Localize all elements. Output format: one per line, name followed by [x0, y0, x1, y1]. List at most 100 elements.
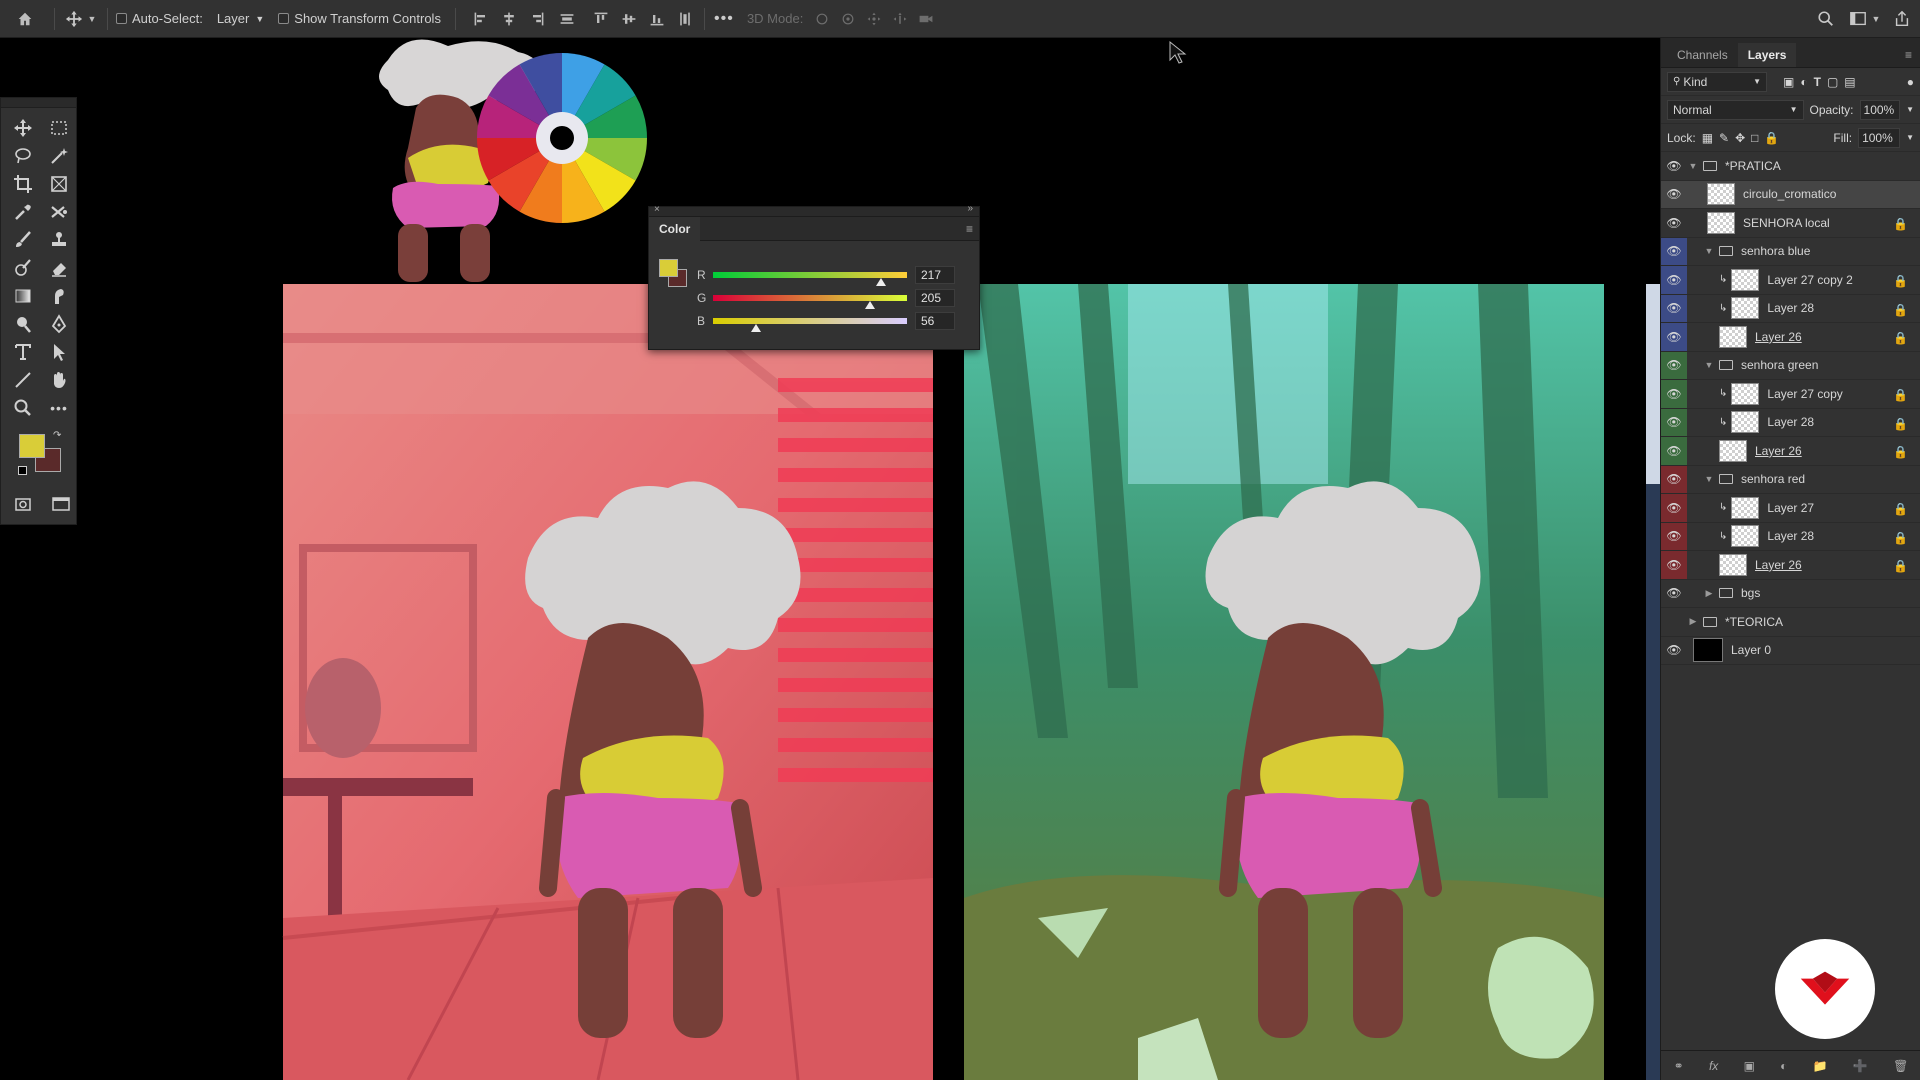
distribute-v-icon[interactable]	[674, 8, 696, 30]
edit-toolbar-icon[interactable]: •••	[41, 394, 77, 422]
chevron-down-icon[interactable]: ▼	[1703, 360, 1715, 370]
eye-icon[interactable]: 👁	[1661, 551, 1687, 579]
eye-icon[interactable]: 👁	[1661, 323, 1687, 351]
move-tool-icon[interactable]	[5, 114, 41, 142]
link-icon[interactable]: ⚭	[1674, 1059, 1684, 1073]
layer-row[interactable]: 👁 ↳ Layer 27 copy 🔒	[1661, 380, 1920, 409]
color-panel-header[interactable]: × »	[649, 203, 979, 217]
eraser-tool-icon[interactable]	[41, 254, 77, 282]
fx-icon[interactable]: fx	[1709, 1059, 1718, 1073]
eye-icon[interactable]: 👁	[1661, 437, 1687, 465]
chevron-down-icon[interactable]: ▼	[1906, 133, 1914, 142]
layer-row[interactable]: 👁 circulo_cromatico	[1661, 180, 1920, 209]
chevron-right-icon[interactable]: ▶	[1703, 588, 1715, 599]
add-mask-icon[interactable]: ▣	[1744, 1059, 1755, 1073]
lasso-tool-icon[interactable]	[5, 142, 41, 170]
default-colors-icon[interactable]	[18, 466, 27, 475]
3d-roll-icon[interactable]	[837, 8, 859, 30]
blue-slider-thumb[interactable]	[751, 324, 761, 332]
auto-select-checkbox[interactable]	[116, 13, 127, 24]
red-value-input[interactable]: 217	[915, 266, 955, 284]
layer-row[interactable]: 👁 ↳ Layer 27 🔒	[1661, 494, 1920, 523]
green-slider[interactable]	[713, 295, 907, 309]
distribute-icon[interactable]	[556, 8, 578, 30]
chevron-down-icon[interactable]: ▼	[1906, 105, 1914, 114]
share-icon[interactable]	[1891, 8, 1913, 30]
filter-type-icon[interactable]: T	[1814, 75, 1821, 89]
home-icon[interactable]	[14, 8, 36, 30]
filter-kind-dropdown[interactable]: ⚲ Kind ▼	[1667, 71, 1767, 92]
blue-value-input[interactable]: 56	[915, 312, 955, 330]
filter-adjustment-icon[interactable]: ◐	[1800, 75, 1807, 89]
eye-icon[interactable]: 👁	[1661, 465, 1687, 493]
red-slider[interactable]	[713, 272, 907, 286]
3d-slide-icon[interactable]	[889, 8, 911, 30]
eye-icon[interactable]: 👁	[1661, 522, 1687, 550]
align-middle-v-icon[interactable]	[618, 8, 640, 30]
adjustment-layer-icon[interactable]: ◐	[1780, 1059, 1787, 1073]
fill-input[interactable]: 100%	[1858, 127, 1901, 148]
filter-smart-object-icon[interactable]: ▤	[1844, 75, 1855, 89]
layer-row[interactable]: 👁 ▼ *PRATICA	[1661, 152, 1920, 181]
opacity-input[interactable]: 100%	[1859, 99, 1901, 120]
dodge-tool-icon[interactable]	[5, 310, 41, 338]
lock-artboard-icon[interactable]: □	[1751, 131, 1758, 145]
eye-icon[interactable]: 👁	[1661, 380, 1687, 408]
frame-tool-icon[interactable]	[41, 170, 77, 198]
layer-row[interactable]: 👁 Layer 26 🔒	[1661, 323, 1920, 352]
layer-row[interactable]: 👁 ↳ Layer 27 copy 2 🔒	[1661, 266, 1920, 295]
3d-orbit-icon[interactable]	[811, 8, 833, 30]
tab-channels[interactable]: Channels	[1667, 43, 1738, 67]
close-icon[interactable]: ×	[654, 204, 660, 215]
brush-tool-icon[interactable]	[5, 226, 41, 254]
layer-row[interactable]: 👁 ▼ senhora green	[1661, 351, 1920, 380]
3d-pan-icon[interactable]	[863, 8, 885, 30]
smudge-tool-icon[interactable]	[41, 282, 77, 310]
align-center-h-icon[interactable]	[498, 8, 520, 30]
eye-icon[interactable]: 👁	[1661, 237, 1687, 265]
pen-tool-icon[interactable]	[41, 310, 77, 338]
filter-shape-icon[interactable]: ▢	[1827, 75, 1838, 89]
panel-menu-icon[interactable]: ≡	[966, 222, 973, 236]
type-tool-icon[interactable]	[5, 338, 41, 366]
marquee-tool-icon[interactable]	[41, 114, 77, 142]
show-transform-checkbox[interactable]	[278, 13, 290, 24]
eye-icon[interactable]: 👁	[1661, 181, 1687, 209]
history-brush-tool-icon[interactable]	[5, 254, 41, 282]
green-slider-thumb[interactable]	[865, 301, 875, 309]
tools-panel-header[interactable]	[1, 98, 76, 108]
move-tool-icon[interactable]	[63, 8, 85, 30]
layer-row[interactable]: 👁 ▼ senhora blue	[1661, 237, 1920, 266]
lock-pixels-icon[interactable]: ✎	[1719, 131, 1729, 145]
search-icon[interactable]	[1815, 8, 1837, 30]
swap-colors-icon[interactable]: ↷	[53, 430, 61, 441]
layer-row[interactable]: 👁 Layer 0	[1661, 637, 1920, 665]
layer-row[interactable]: 👁 ▶ bgs	[1661, 580, 1920, 608]
quick-mask-icon[interactable]	[13, 494, 33, 514]
tool-preset-chevron-icon[interactable]: ▼	[85, 8, 99, 30]
color-preview-swatch[interactable]	[659, 259, 678, 277]
eye-icon[interactable]: 👁	[1661, 294, 1687, 322]
crop-tool-icon[interactable]	[5, 170, 41, 198]
layer-row[interactable]: 👁 ↳ Layer 28 🔒	[1661, 294, 1920, 323]
zoom-tool-icon[interactable]	[5, 394, 41, 422]
layer-row[interactable]: 👁 SENHORA local 🔒	[1661, 209, 1920, 238]
3d-camera-icon[interactable]	[915, 8, 937, 30]
collapse-icon[interactable]: »	[967, 203, 973, 214]
eye-icon[interactable]: 👁	[1661, 209, 1687, 237]
lock-position-icon[interactable]: ✥	[1735, 131, 1745, 145]
chevron-down-icon[interactable]: ▼	[1703, 246, 1715, 256]
filter-toggle-icon[interactable]: ●	[1907, 75, 1914, 89]
eye-hidden-slot[interactable]	[1661, 608, 1687, 636]
eye-icon[interactable]: 👁	[1661, 637, 1687, 665]
workspace-icon[interactable]	[1847, 8, 1869, 30]
clone-stamp-tool-icon[interactable]	[41, 226, 77, 254]
eyedropper-tool-icon[interactable]	[5, 198, 41, 226]
layer-row[interactable]: ▶ *TEORICA	[1661, 608, 1920, 637]
auto-select-dropdown[interactable]: Layer ▼	[211, 9, 270, 28]
hand-tool-icon[interactable]	[41, 366, 77, 394]
trash-icon[interactable]: 🗑	[1893, 1059, 1908, 1073]
red-slider-thumb[interactable]	[876, 278, 886, 286]
layer-row[interactable]: 👁 ↳ Layer 28 🔒	[1661, 522, 1920, 551]
chevron-down-icon[interactable]: ▼	[1703, 474, 1715, 484]
